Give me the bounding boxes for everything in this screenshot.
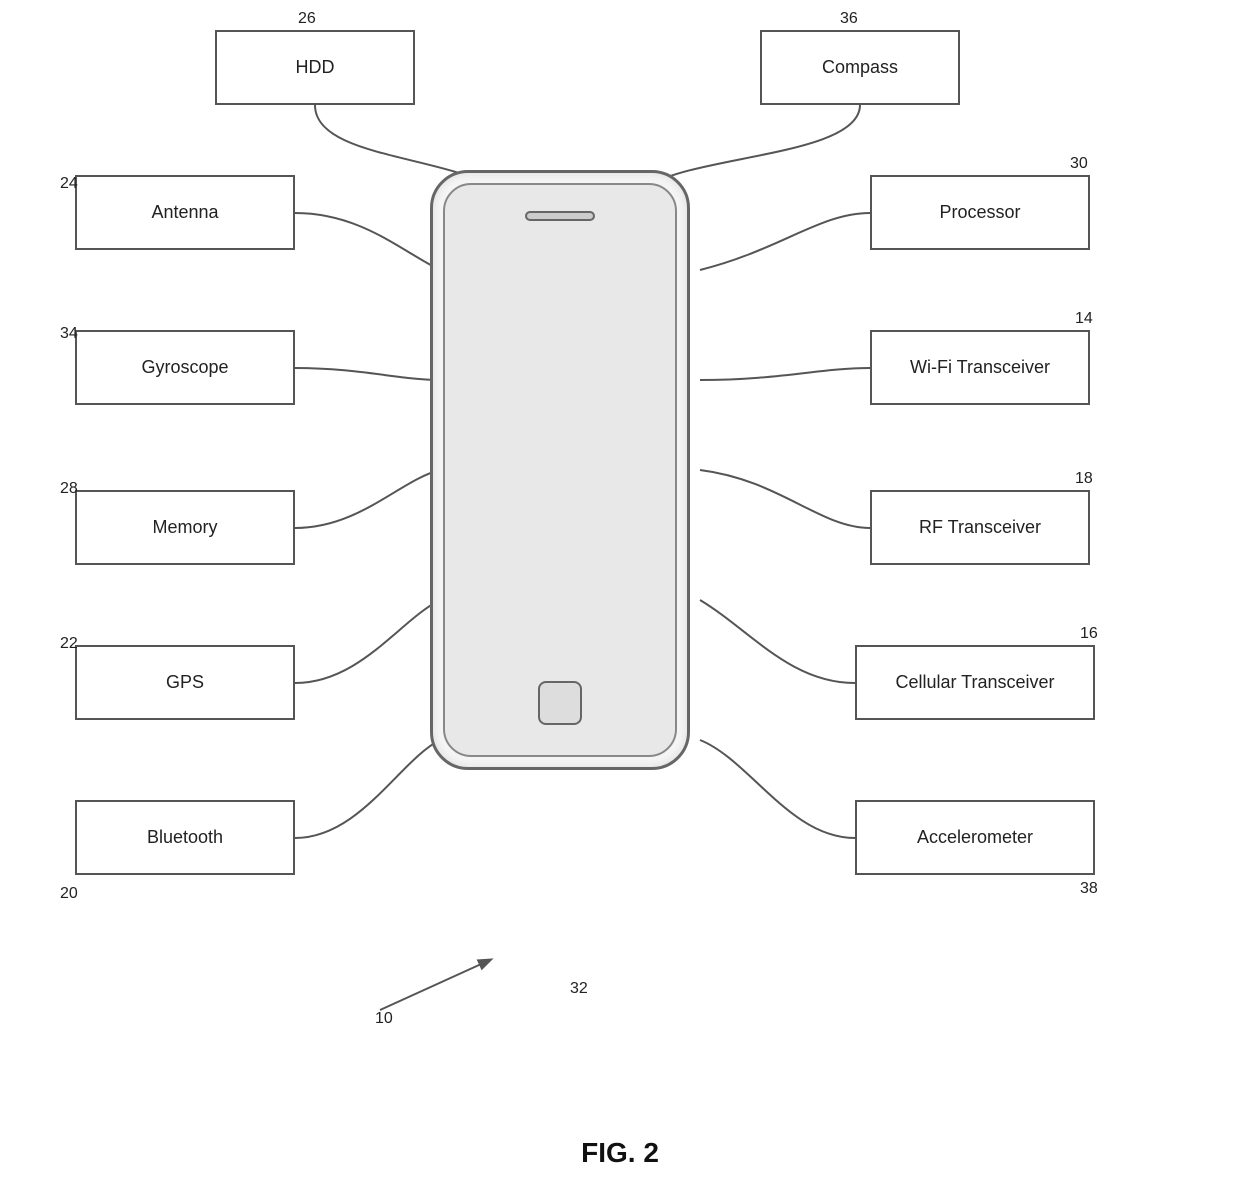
wifi-ref: 14 — [1075, 310, 1093, 328]
bluetooth-ref: 20 — [60, 885, 78, 903]
wifi-label: Wi-Fi Transceiver — [910, 357, 1050, 378]
gyroscope-label: Gyroscope — [141, 357, 228, 378]
phone-home-button — [538, 681, 582, 725]
diagram-container: HDD 26 Compass 36 Antenna 24 Processor 3… — [0, 0, 1240, 1199]
gyroscope-box: Gyroscope — [75, 330, 295, 405]
gps-box: GPS — [75, 645, 295, 720]
bluetooth-label: Bluetooth — [147, 827, 223, 848]
device-ref: 10 — [375, 1010, 393, 1028]
button-ref: 32 — [570, 980, 588, 998]
wifi-box: Wi-Fi Transceiver — [870, 330, 1090, 405]
rf-box: RF Transceiver — [870, 490, 1090, 565]
compass-box: Compass — [760, 30, 960, 105]
accelerometer-ref: 38 — [1080, 880, 1098, 898]
compass-ref: 36 — [840, 10, 858, 28]
processor-ref: 30 — [1070, 155, 1088, 173]
compass-label: Compass — [822, 57, 898, 78]
processor-label: Processor — [939, 202, 1020, 223]
cellular-label: Cellular Transceiver — [895, 672, 1054, 693]
accelerometer-label: Accelerometer — [917, 827, 1033, 848]
memory-box: Memory — [75, 490, 295, 565]
cellular-box: Cellular Transceiver — [855, 645, 1095, 720]
memory-ref: 28 — [60, 480, 78, 498]
hdd-label: HDD — [296, 57, 335, 78]
gyroscope-ref: 34 — [60, 325, 78, 343]
phone-screen — [443, 183, 677, 757]
bluetooth-box: Bluetooth — [75, 800, 295, 875]
gps-ref: 22 — [60, 635, 78, 653]
antenna-box: Antenna — [75, 175, 295, 250]
hdd-box: HDD — [215, 30, 415, 105]
antenna-ref: 24 — [60, 175, 78, 193]
figure-caption: FIG. 2 — [581, 1137, 659, 1169]
memory-label: Memory — [152, 517, 217, 538]
cellular-ref: 16 — [1080, 625, 1098, 643]
rf-label: RF Transceiver — [919, 517, 1041, 538]
accelerometer-box: Accelerometer — [855, 800, 1095, 875]
antenna-label: Antenna — [151, 202, 218, 223]
phone-device — [430, 170, 690, 770]
gps-label: GPS — [166, 672, 204, 693]
rf-ref: 18 — [1075, 470, 1093, 488]
hdd-ref: 26 — [298, 10, 316, 28]
phone-speaker — [525, 211, 595, 221]
processor-box: Processor — [870, 175, 1090, 250]
